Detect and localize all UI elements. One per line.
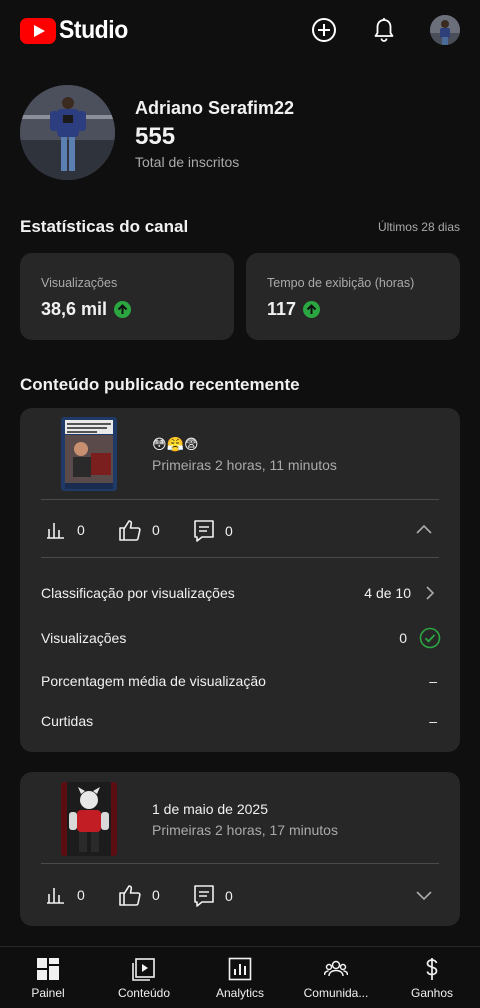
stat-card-watch-time[interactable]: Tempo de exibição (horas) 117 [246,253,460,340]
channel-avatar[interactable] [20,85,115,180]
stat-label: Visualizações [41,276,118,290]
bottom-navigation: Painel Conteúdo Analytics Comunida... Ga… [0,946,480,1008]
video-card: 😳😤😨 Primeiras 2 horas, 11 minutos 0 0 0 … [20,408,460,752]
thumbs-up-icon [119,885,141,906]
account-avatar[interactable] [430,15,460,45]
add-icon[interactable] [308,14,340,46]
detail-value: – [429,673,437,689]
comments-metric: 0 [193,884,233,908]
likes-metric: 0 [118,519,160,541]
nav-label: Painel [31,986,65,1000]
studio-logo[interactable]: Studio [20,16,134,45]
nav-item-content[interactable]: Conteúdo [96,947,192,1008]
content-icon [132,958,155,981]
nav-label: Ganhos [410,986,454,1000]
divider [41,863,439,864]
top-bar: Studio [0,0,480,60]
arrow-up-icon [303,301,321,318]
stat-label: Tempo de exibição (horas) [267,276,415,290]
views-metric: 0 [47,885,85,905]
check-circle-icon [419,627,441,649]
nav-item-community[interactable]: Comunida... [288,947,384,1008]
detail-row-views: Visualizações 0 [41,626,441,650]
detail-value: 0 [399,630,407,646]
stats-period[interactable]: Últimos 28 dias [378,220,460,234]
video-subtitle: Primeiras 2 horas, 17 minutos [152,822,338,838]
detail-value: – [429,713,437,729]
video-title[interactable]: 😳😤😨 [152,436,199,453]
arrow-up-icon [114,301,132,318]
views-count: 0 [77,887,85,903]
detail-label: Visualizações [41,630,127,646]
recent-content-title: Conteúdo publicado recentemente [20,375,300,394]
stat-value-text: 38,6 mil [41,299,108,319]
detail-label: Curtidas [41,713,94,729]
video-thumbnail[interactable] [61,417,117,491]
bell-icon[interactable] [368,14,400,46]
comments-count: 0 [225,523,233,539]
stat-value: 117 [267,299,321,320]
likes-count: 0 [152,887,160,903]
youtube-logo-icon [20,17,56,44]
divider [41,499,439,500]
bar-chart-icon [47,523,64,539]
subscriber-count: 555 [135,123,176,150]
channel-name: Adriano Serafim22 [135,98,295,118]
detail-label: Classificação por visualizações [41,585,235,601]
video-thumbnail[interactable] [61,782,117,856]
nav-item-dashboard[interactable]: Painel [0,947,96,1008]
detail-row-likes: Curtidas – [41,709,439,733]
detail-row-ranking[interactable]: Classificação por visualizações 4 de 10 [41,581,439,605]
stat-card-views[interactable]: Visualizações 38,6 mil [20,253,234,340]
nav-label: Analytics [215,986,265,1000]
earn-icon [426,958,438,980]
nav-item-earn[interactable]: Ganhos [384,947,480,1008]
comment-icon [194,885,214,907]
stat-value-text: 117 [267,299,297,319]
video-subtitle: Primeiras 2 horas, 11 minutos [152,457,337,473]
dashboard-icon [37,958,59,980]
stat-value: 38,6 mil [41,299,132,320]
thumbs-up-icon [119,520,141,541]
views-count: 0 [77,522,85,538]
video-card: 1 de maio de 2025 Primeiras 2 horas, 17 … [20,772,460,926]
detail-row-avg-percentage: Porcentagem média de visualização – [41,669,439,693]
nav-label: Conteúdo [117,986,171,1000]
likes-metric: 0 [118,884,160,906]
chevron-up-icon[interactable] [414,520,434,540]
analytics-icon [228,957,252,981]
nav-item-analytics[interactable]: Analytics [192,947,288,1008]
comments-metric: 0 [193,519,233,543]
likes-count: 0 [152,522,160,538]
comment-icon [194,520,214,542]
chevron-right-icon [426,586,435,600]
community-icon [324,960,348,977]
detail-value: 4 de 10 [364,585,411,601]
chevron-down-icon[interactable] [414,885,434,905]
nav-label: Comunida... [303,986,369,1000]
subscriber-label: Total de inscritos [135,154,240,170]
divider [41,557,439,558]
detail-label: Porcentagem média de visualização [41,673,266,689]
logo-text: Studio [59,16,128,44]
video-title[interactable]: 1 de maio de 2025 [152,801,268,817]
stats-title: Estatísticas do canal [20,217,189,236]
bar-chart-icon [47,888,64,904]
comments-count: 0 [225,888,233,904]
views-metric: 0 [47,520,85,540]
